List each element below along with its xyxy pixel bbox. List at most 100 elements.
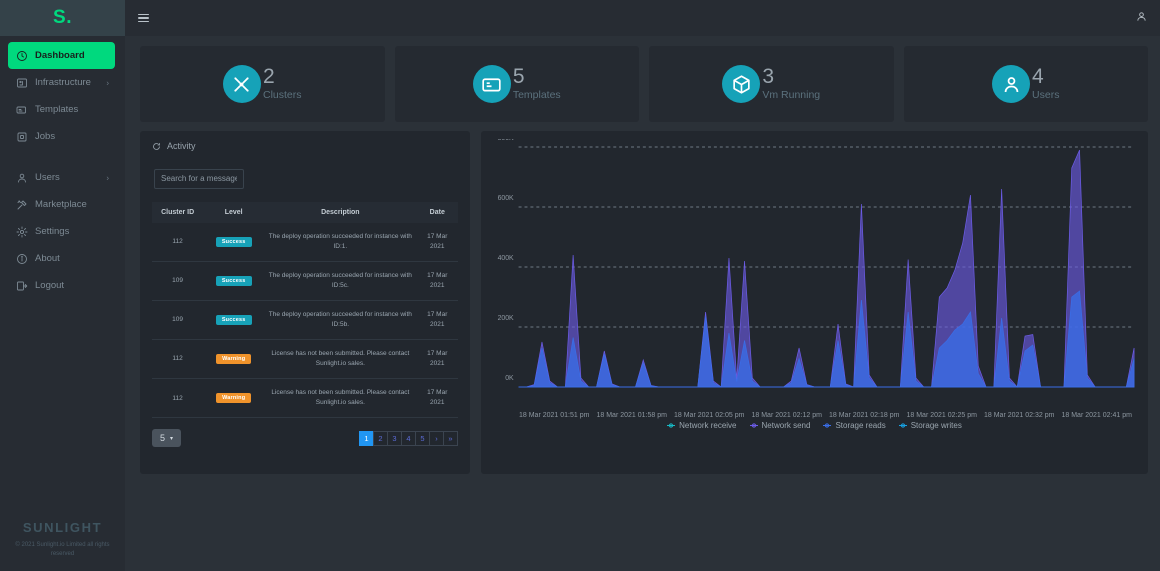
stat-card-templates[interactable]: 5 Templates — [394, 46, 639, 122]
page-2-button[interactable]: 2 — [373, 430, 388, 446]
legend-item[interactable]: Network send — [749, 421, 810, 430]
x-tick-label: 18 Mar 2021 01:51 pm — [519, 412, 590, 419]
chevron-right-icon: › — [106, 78, 109, 87]
x-tick-label: 18 Mar 2021 02:05 pm — [674, 412, 745, 419]
legend-item[interactable]: Storage reads — [823, 421, 886, 430]
cell-level: Success — [203, 261, 265, 301]
next-page-button[interactable]: › — [429, 430, 444, 446]
svg-text:800K: 800K — [498, 139, 514, 142]
cell-level: Success — [203, 300, 265, 340]
table-row[interactable]: 112 Success The deploy operation succeeded… — [152, 222, 458, 262]
logout-icon — [15, 279, 28, 292]
cell-description: The deploy operation succeeded for insta… — [264, 261, 417, 301]
sidebar-item-label: Users — [35, 172, 60, 183]
activity-table: Cluster ID Level Description Date 112 Succes… — [152, 201, 458, 419]
table-row[interactable]: 112 Warning License has not been submitted… — [152, 339, 458, 380]
hamburger-icon[interactable] — [138, 13, 149, 23]
x-tick-label: 18 Mar 2021 02:32 pm — [984, 412, 1055, 419]
sidebar-item-settings[interactable]: Settings — [8, 218, 115, 245]
page-1-button[interactable]: 1 — [359, 430, 374, 446]
footer-copyright: © 2021 Sunlight.io Limited all rights re… — [15, 542, 110, 557]
search-input[interactable] — [154, 168, 244, 189]
page-size-select[interactable]: 5 ▾ — [152, 429, 182, 448]
stat-card-users[interactable]: 4 Users — [903, 46, 1148, 122]
legend-marker-icon — [749, 422, 758, 430]
status-badge: Warning — [216, 353, 252, 364]
stat-value: 3 — [762, 65, 775, 88]
chevron-down-icon: ▾ — [170, 435, 174, 442]
stat-value: 5 — [512, 65, 525, 88]
stat-label: Vm Running — [762, 89, 821, 101]
legend-marker-icon — [667, 422, 676, 430]
stat-card-clusters[interactable]: 2 Clusters — [140, 46, 385, 122]
x-tick-label: 18 Mar 2021 02:18 pm — [829, 412, 900, 419]
app-root: S. Dashboard Infrastructure › Templates Jobs… — [0, 0, 1160, 571]
status-badge: Success — [215, 275, 252, 286]
last-page-button[interactable]: » — [443, 430, 458, 446]
chart-area: 0K200K400K600K800K 18 Mar 2021 01:51 pm1… — [489, 139, 1140, 439]
page-size-value: 5 — [160, 433, 166, 444]
cell-description: The deploy operation succeeded for insta… — [264, 300, 417, 340]
pagination: 1 2 3 4 5 ›» — [359, 430, 458, 446]
infrastructure-icon — [15, 76, 28, 89]
sidebar-item-dashboard[interactable]: Dashboard — [8, 42, 115, 69]
legend-label: Network receive — [679, 421, 737, 430]
cell-level: Success — [203, 222, 265, 262]
table-footer: 5 ▾ 1 2 3 4 5 ›» — [152, 429, 458, 448]
sidebar-item-marketplace[interactable]: Marketplace — [8, 191, 115, 218]
sidebar-item-templates[interactable]: Templates — [8, 96, 115, 123]
status-badge: Success — [215, 314, 252, 325]
footer-logo: SUNLIGHT — [22, 520, 103, 535]
sidebar-item-label: Infrastructure — [35, 77, 91, 88]
sidebar-item-about[interactable]: About — [8, 245, 115, 272]
page-4-button[interactable]: 4 — [401, 430, 416, 446]
cell-cluster-id: 112 — [152, 339, 204, 380]
cell-date: 17 Mar 2021 — [416, 378, 458, 419]
sidebar-item-label: Jobs — [35, 131, 56, 142]
legend-item[interactable]: Storage writes — [898, 421, 962, 430]
sidebar-item-users[interactable]: Users › — [8, 164, 115, 191]
table-row[interactable]: 109 Success The deploy operation succeeded… — [152, 261, 458, 301]
sidebar-nav: Dashboard Infrastructure › Templates Jobs Use… — [0, 36, 125, 299]
dashboard-icon — [15, 49, 28, 62]
panels-row: Activity Cluster IDLevelDescriptionDate … — [140, 131, 1148, 474]
area-chart: 0K 200K 400K 600K 800K — [498, 139, 1135, 388]
table-row[interactable]: 109 Success The deploy operation succeeded… — [152, 300, 458, 340]
status-badge: Success — [215, 236, 252, 247]
activity-title-text: Activity — [167, 141, 196, 151]
status-badge: Warning — [216, 393, 252, 404]
page-5-button[interactable]: 5 — [415, 430, 430, 446]
page-3-button[interactable]: 3 — [387, 430, 402, 446]
table-row[interactable]: 112 Warning License has not been submitted… — [152, 378, 458, 419]
cell-date: 17 Mar 2021 — [416, 222, 458, 262]
cell-level: Warning — [203, 378, 265, 419]
column-header: Cluster ID — [152, 201, 204, 223]
logo[interactable]: S. — [0, 0, 125, 36]
cell-cluster-id: 109 — [152, 300, 204, 340]
template-icon — [472, 65, 511, 103]
sidebar-item-label: Dashboard — [35, 50, 85, 61]
cell-description: The deploy operation succeeded for insta… — [264, 222, 417, 262]
jobs-icon — [15, 130, 28, 143]
cell-level: Warning — [203, 339, 265, 380]
column-header: Level — [203, 201, 265, 223]
sidebar-item-label: About — [35, 253, 60, 264]
sidebar-item-logout[interactable]: Logout — [8, 272, 115, 299]
legend-item[interactable]: Network receive — [667, 421, 737, 430]
legend-marker-icon — [823, 422, 832, 430]
gear-icon — [15, 225, 28, 238]
refresh-icon[interactable] — [152, 142, 161, 151]
table-body: 112 Success The deploy operation succeeded… — [152, 222, 458, 419]
stat-value: 2 — [262, 65, 275, 88]
sidebar-item-infrastructure[interactable]: Infrastructure › — [8, 69, 115, 96]
table-header-row: Cluster ID Level Description Date — [152, 201, 458, 223]
column-header: Description — [264, 201, 417, 223]
sidebar-item-jobs[interactable]: Jobs — [8, 123, 115, 150]
user-icon[interactable] — [1136, 9, 1147, 27]
chevron-right-icon: › — [106, 173, 109, 182]
stat-card-vm-running[interactable]: 3 Vm Running — [649, 46, 894, 122]
marketplace-icon — [15, 198, 28, 211]
chart-x-axis: 18 Mar 2021 01:51 pm 18 Mar 2021 01:58 pm… — [489, 412, 1140, 419]
cell-cluster-id: 112 — [152, 378, 204, 419]
activity-title: Activity — [152, 141, 458, 151]
